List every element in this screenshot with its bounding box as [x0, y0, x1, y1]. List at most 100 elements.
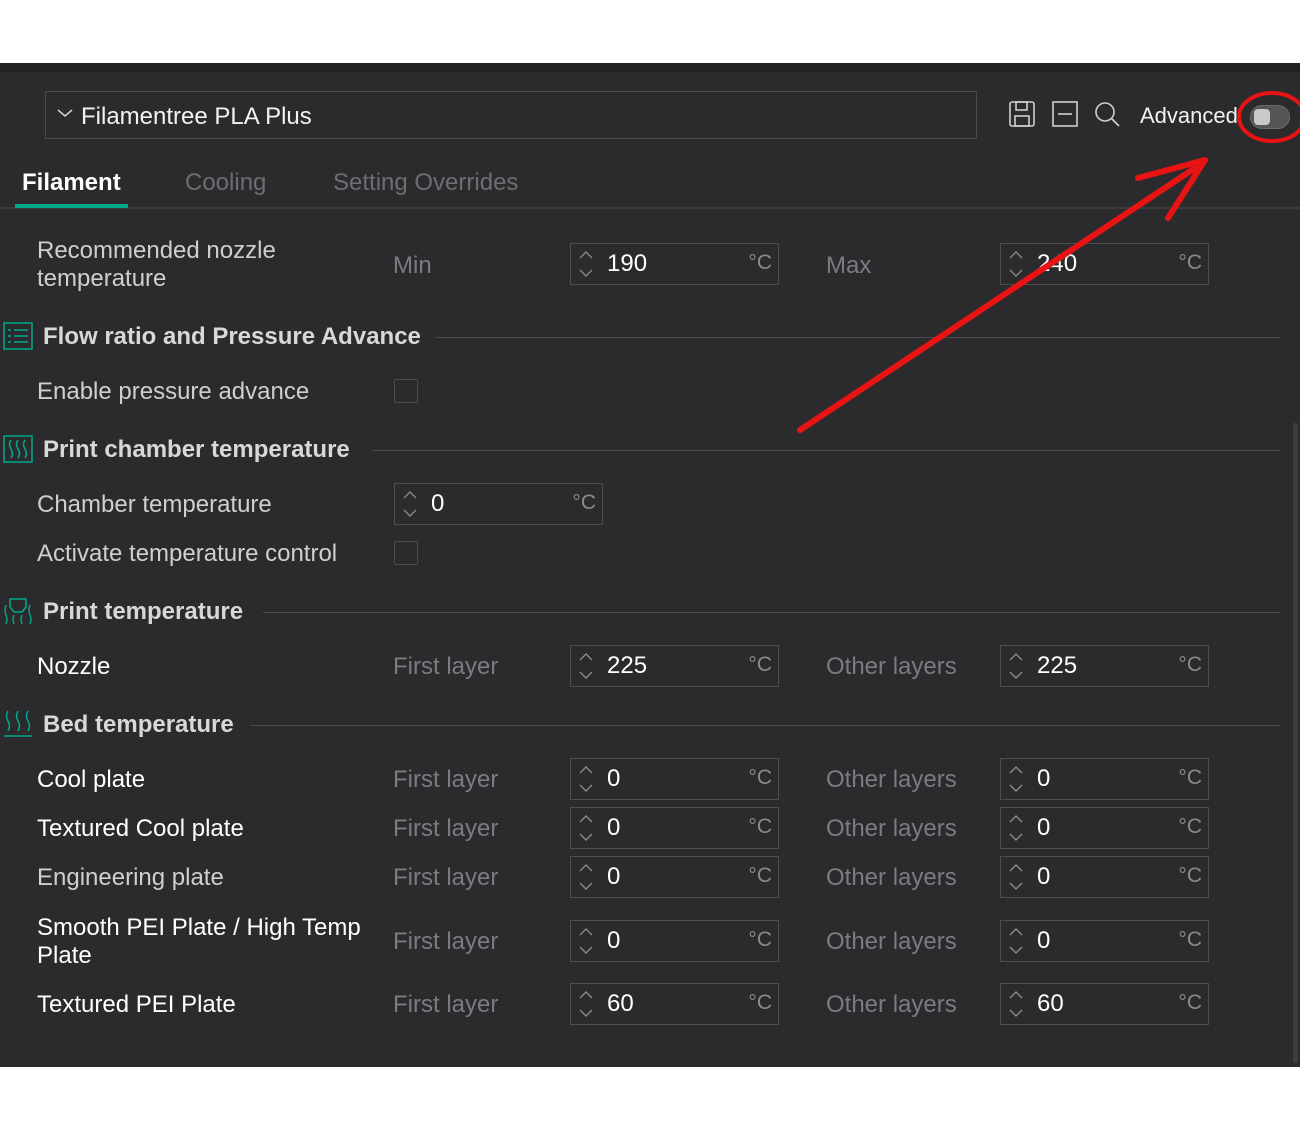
bed-row-label: Cool plate	[37, 766, 146, 793]
other-layers-label: Other layers	[826, 864, 957, 891]
other-layers-label: Other layers	[826, 928, 957, 955]
spin-arrows-icon[interactable]	[1007, 925, 1025, 957]
spin-arrows-icon[interactable]	[577, 812, 595, 844]
bed-first-layer-input[interactable]: 0 °C	[570, 856, 779, 898]
spin-arrows-icon[interactable]	[577, 763, 595, 795]
spin-arrows-icon[interactable]	[577, 988, 595, 1020]
max-nozzle-temp-value: 240	[1037, 250, 1078, 277]
nozzle-label: Nozzle	[37, 653, 111, 680]
section-divider	[263, 612, 1280, 613]
bed-first-layer-value: 0	[607, 863, 621, 890]
chevron-down-icon	[57, 109, 73, 118]
min-label: Min	[393, 252, 432, 279]
bed-first-layer-value: 0	[607, 814, 621, 841]
unit-celsius: °C	[1178, 928, 1202, 951]
min-nozzle-temp-value: 190	[607, 250, 648, 277]
other-layers-label: Other layers	[826, 766, 957, 793]
filament-settings-panel: Filamentree PLA Plus Advanced Filament C…	[0, 63, 1300, 1067]
bed-first-layer-value: 60	[607, 990, 634, 1017]
bed-other-layers-value: 0	[1037, 814, 1051, 841]
list-icon	[3, 322, 33, 350]
unit-celsius: °C	[1178, 251, 1202, 274]
bed-row-label: Textured Cool plate	[37, 815, 244, 842]
max-label: Max	[826, 252, 872, 279]
section-divider	[435, 337, 1280, 338]
unit-celsius: °C	[1178, 864, 1202, 887]
bed-row-label-line1: Smooth PEI Plate / High Temp	[37, 914, 361, 941]
tabs-divider	[0, 207, 1300, 209]
scrollbar-thumb[interactable]	[1293, 423, 1298, 1063]
unit-celsius: °C	[1178, 815, 1202, 838]
advanced-toggle[interactable]	[1250, 105, 1290, 129]
spin-arrows-icon[interactable]	[1007, 763, 1025, 795]
first-layer-label: First layer	[393, 766, 499, 793]
spin-arrows-icon[interactable]	[577, 248, 595, 280]
activate-temp-control-checkbox[interactable]	[394, 541, 418, 565]
other-layers-label: Other layers	[826, 815, 957, 842]
section-title-chamber: Print chamber temperature	[43, 436, 350, 463]
bed-other-layers-value: 0	[1037, 765, 1051, 792]
bed-first-layer-input[interactable]: 0 °C	[570, 758, 779, 800]
unit-celsius: °C	[748, 928, 772, 951]
spin-arrows-icon[interactable]	[577, 925, 595, 957]
first-layer-label: First layer	[393, 653, 499, 680]
unit-celsius: °C	[748, 653, 772, 676]
collapse-icon[interactable]	[1050, 99, 1080, 129]
search-icon[interactable]	[1092, 99, 1122, 129]
section-title-flow: Flow ratio and Pressure Advance	[43, 323, 421, 350]
bed-other-layers-input[interactable]: 60 °C	[1000, 983, 1209, 1025]
bed-first-layer-input[interactable]: 0 °C	[570, 920, 779, 962]
preset-dropdown[interactable]: Filamentree PLA Plus	[45, 91, 977, 139]
recommended-nozzle-label-line2: temperature	[37, 265, 167, 292]
section-divider	[372, 450, 1280, 451]
bed-other-layers-input[interactable]: 0 °C	[1000, 920, 1209, 962]
bed-row-label-line2: Plate	[37, 942, 92, 969]
other-layers-label: Other layers	[826, 653, 957, 680]
nozzle-first-layer-input[interactable]: 225 °C	[570, 645, 779, 687]
spin-arrows-icon[interactable]	[1007, 988, 1025, 1020]
bed-other-layers-input[interactable]: 0 °C	[1000, 856, 1209, 898]
save-icon[interactable]	[1007, 99, 1037, 129]
other-layers-label: Other layers	[826, 991, 957, 1018]
unit-celsius: °C	[748, 766, 772, 789]
first-layer-label: First layer	[393, 864, 499, 891]
spin-arrows-icon[interactable]	[401, 488, 419, 520]
unit-celsius: °C	[1178, 653, 1202, 676]
unit-celsius: °C	[748, 815, 772, 838]
bed-other-layers-value: 0	[1037, 927, 1051, 954]
spin-arrows-icon[interactable]	[577, 650, 595, 682]
first-layer-label: First layer	[393, 928, 499, 955]
section-title-print-temp: Print temperature	[43, 598, 244, 625]
bed-heat-icon	[4, 710, 32, 737]
unit-celsius: °C	[1178, 766, 1202, 789]
spin-arrows-icon[interactable]	[1007, 861, 1025, 893]
max-nozzle-temp-input[interactable]: 240 °C	[1000, 243, 1209, 285]
bed-other-layers-input[interactable]: 0 °C	[1000, 807, 1209, 849]
toggle-knob	[1254, 109, 1270, 125]
chamber-heat-icon	[3, 435, 33, 463]
spin-arrows-icon[interactable]	[1007, 650, 1025, 682]
nozzle-heat-icon	[4, 598, 32, 625]
bed-first-layer-input[interactable]: 0 °C	[570, 807, 779, 849]
spin-arrows-icon[interactable]	[1007, 248, 1025, 280]
chamber-temp-input[interactable]: 0 °C	[394, 483, 603, 525]
spin-arrows-icon[interactable]	[577, 861, 595, 893]
pressure-advance-label: Enable pressure advance	[37, 378, 310, 405]
preset-name: Filamentree PLA Plus	[81, 103, 312, 130]
window-top-border	[0, 63, 1300, 72]
tab-cooling[interactable]: Cooling	[185, 169, 266, 197]
nozzle-other-layers-value: 225	[1037, 652, 1078, 679]
pressure-advance-checkbox[interactable]	[394, 379, 418, 403]
tab-setting-overrides[interactable]: Setting Overrides	[333, 169, 518, 197]
first-layer-label: First layer	[393, 991, 499, 1018]
unit-celsius: °C	[748, 991, 772, 1014]
tab-filament[interactable]: Filament	[22, 169, 121, 197]
min-nozzle-temp-input[interactable]: 190 °C	[570, 243, 779, 285]
bed-first-layer-input[interactable]: 60 °C	[570, 983, 779, 1025]
bed-first-layer-value: 0	[607, 765, 621, 792]
nozzle-other-layers-input[interactable]: 225 °C	[1000, 645, 1209, 687]
bed-first-layer-value: 0	[607, 927, 621, 954]
bed-other-layers-input[interactable]: 0 °C	[1000, 758, 1209, 800]
advanced-label: Advanced	[1140, 103, 1238, 128]
spin-arrows-icon[interactable]	[1007, 812, 1025, 844]
